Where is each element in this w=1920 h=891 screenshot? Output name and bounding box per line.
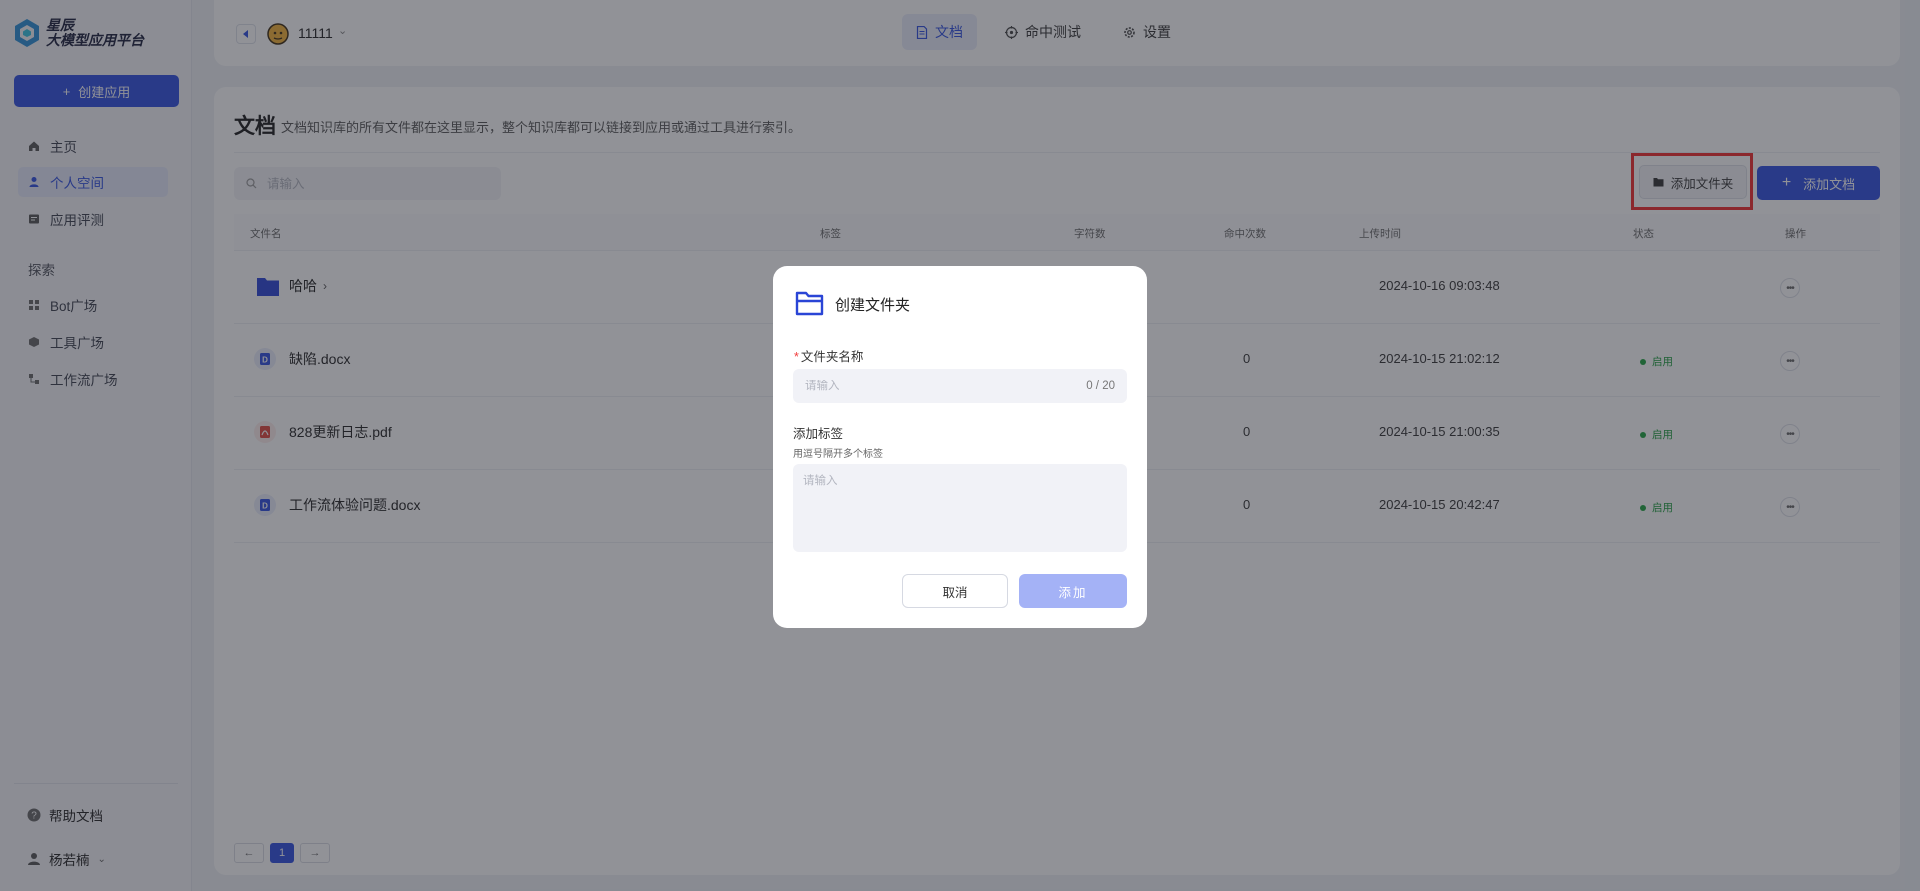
folder-name-input[interactable] — [805, 380, 1087, 392]
tag-label: 添加标签 — [793, 427, 844, 441]
add-button[interactable]: 添加 — [1019, 574, 1127, 608]
char-counter: 0 / 20 — [1086, 380, 1115, 392]
folder-name-field[interactable]: 0 / 20 — [793, 369, 1127, 403]
required-mark: * — [794, 350, 799, 364]
cancel-button[interactable]: 取消 — [902, 574, 1008, 608]
dialog-title: 创建文件夹 — [835, 297, 911, 314]
folder-open-icon — [795, 291, 824, 316]
folder-name-label: * 文件夹名称 — [794, 350, 864, 364]
create-folder-dialog: 创建文件夹 *文件夹名称 0 / 20 添加标签 用逗号隔开多个标签 取消 添加 — [773, 266, 1147, 628]
tag-input[interactable] — [793, 464, 1127, 552]
tag-hint: 用逗号隔开多个标签 — [793, 449, 883, 460]
